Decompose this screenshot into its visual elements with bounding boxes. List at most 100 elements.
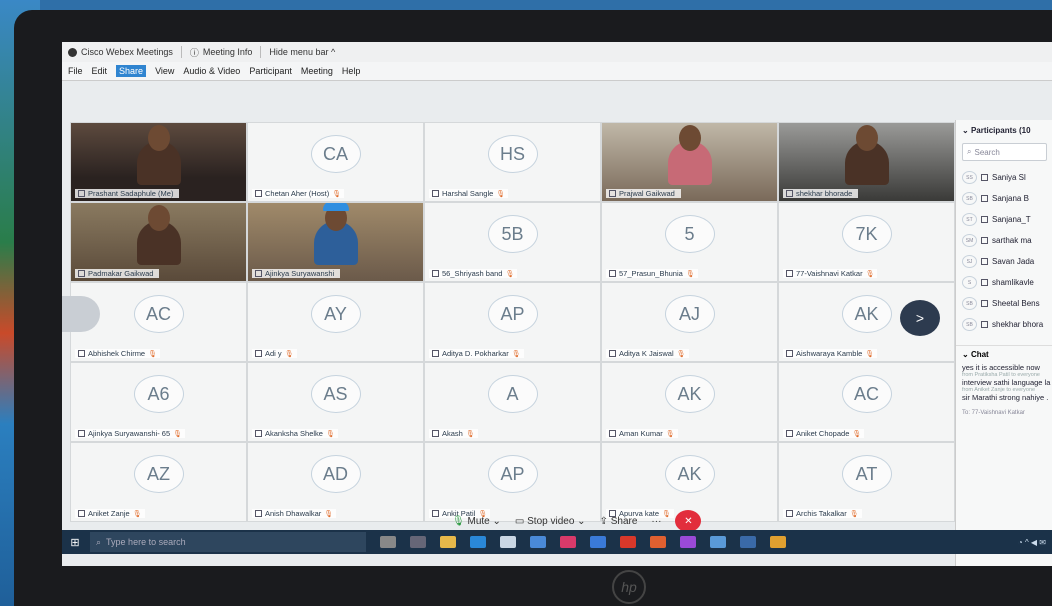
- participant-tile[interactable]: AK Aman Kumar 🎙: [601, 362, 778, 442]
- previous-page-tab[interactable]: [62, 296, 100, 332]
- end-call-button[interactable]: ✕: [675, 510, 702, 532]
- participant-tile[interactable]: Prashant Sadaphule (Me): [70, 122, 247, 202]
- participant-list-item[interactable]: Sshamlikavle: [956, 272, 1052, 293]
- system-tray[interactable]: ◔ ^ ◀ ✉: [1018, 538, 1046, 547]
- participant-tile[interactable]: AZ Aniket Zanje 🎙: [70, 442, 247, 522]
- participant-tile[interactable]: Prajwal Gaikwad: [601, 122, 778, 202]
- chrome-icon[interactable]: [770, 536, 786, 548]
- mute-button[interactable]: 🎙 Mute ⌄: [452, 516, 501, 527]
- menu-audio-video[interactable]: Audio & Video: [183, 66, 240, 76]
- pdf-icon[interactable]: [620, 536, 636, 548]
- participant-list-item[interactable]: SB Sheetal Bens: [956, 293, 1052, 314]
- audio-status-icon: [981, 174, 988, 181]
- participant-avatar: AY: [310, 295, 361, 334]
- participant-tile[interactable]: 5 57_Prasun_Bhunia 🎙: [601, 202, 778, 282]
- participant-avatar: 5: [664, 215, 715, 254]
- hide-menu-bar-button[interactable]: Hide menu bar ^: [269, 47, 335, 57]
- chat-messages: yes it is accessible now from Pratiksha P…: [956, 363, 1052, 402]
- participant-tile[interactable]: AJ Aditya K Jaiswal 🎙: [601, 282, 778, 362]
- menu-file[interactable]: File: [68, 66, 83, 76]
- participant-tile[interactable]: AT Archis Takalkar 🎙: [778, 442, 955, 522]
- audio-status-icon: [78, 190, 85, 197]
- participant-avatar: A: [487, 375, 538, 414]
- mail-icon[interactable]: [590, 536, 606, 548]
- chat-recipient[interactable]: To: 77-Vaishnavi Katkar: [956, 402, 1052, 424]
- menu-share[interactable]: Share: [116, 65, 147, 77]
- share-button[interactable]: ⇪ Share: [600, 516, 638, 527]
- participant-tile[interactable]: AY Adi y 🎙: [247, 282, 424, 362]
- participant-name-label: Akash 🎙: [429, 429, 478, 438]
- audio-status-icon: [255, 350, 262, 357]
- participant-tile[interactable]: Ajinkya Suryawanshi: [247, 202, 424, 282]
- task-view-icon[interactable]: [410, 536, 426, 548]
- mic-muted-icon: 🎙: [284, 350, 294, 358]
- audio-status-icon: [432, 270, 439, 277]
- audio-status-icon: [786, 350, 793, 357]
- participant-name-label: Aniket Zanje 🎙: [75, 509, 145, 518]
- chat-message: yes it is accessible now: [962, 363, 1040, 372]
- participant-search-input[interactable]: ⌕ Search: [962, 143, 1047, 161]
- participant-tile[interactable]: 7K 77-Vaishnavi Katkar 🎙: [778, 202, 955, 282]
- settings-icon[interactable]: [740, 536, 756, 548]
- participant-name-label: Aditya D. Pokharkar 🎙: [429, 349, 524, 358]
- participant-list-item[interactable]: SJ Savan Jada: [956, 251, 1052, 272]
- participant-list-item[interactable]: SB Sanjana B: [956, 188, 1052, 209]
- participant-tile[interactable]: AS Akanksha Shelke 🎙: [247, 362, 424, 442]
- meeting-info-button[interactable]: ⓘ Meeting Info: [190, 46, 253, 59]
- edge-icon[interactable]: [470, 536, 486, 548]
- participant-avatar: CA: [310, 135, 361, 174]
- participant-tile[interactable]: AD Anish Dhawalkar 🎙: [247, 442, 424, 522]
- participant-tile[interactable]: shekhar bhorade: [778, 122, 955, 202]
- audio-status-icon: [981, 216, 988, 223]
- participant-avatar: AS: [310, 375, 361, 414]
- participant-tile[interactable]: HS Harshal Sangle 🎙: [424, 122, 601, 202]
- stop-video-button[interactable]: ▭ Stop video ⌄: [515, 516, 586, 527]
- menu-help[interactable]: Help: [342, 66, 361, 76]
- mic-muted-icon: 🎙: [849, 510, 859, 518]
- office-icon[interactable]: [650, 536, 666, 548]
- menu-edit[interactable]: Edit: [92, 66, 108, 76]
- app-icon[interactable]: [560, 536, 576, 548]
- participant-name-label: Prajwal Gaikwad: [606, 189, 681, 198]
- participant-list-item[interactable]: SM sarthak ma: [956, 230, 1052, 251]
- store-icon[interactable]: [500, 536, 516, 548]
- taskbar-search-input[interactable]: ⌕ Type here to search: [90, 532, 366, 552]
- participant-tile[interactable]: Padmakar Gaikwad: [70, 202, 247, 282]
- menu-meeting[interactable]: Meeting: [301, 66, 333, 76]
- cortana-icon[interactable]: [380, 536, 396, 548]
- participant-list-item[interactable]: ST Sanjana_T: [956, 209, 1052, 230]
- participant-list-item[interactable]: SS Saniya Sl: [956, 167, 1052, 188]
- menu-participant[interactable]: Participant: [249, 66, 292, 76]
- menu-view[interactable]: View: [155, 66, 174, 76]
- more-options-button[interactable]: ···: [651, 516, 661, 527]
- chat-header[interactable]: ⌄ Chat: [956, 345, 1052, 363]
- webex-taskbar-icon[interactable]: [710, 536, 726, 548]
- participant-avatar: AC: [133, 295, 184, 334]
- participant-list-item[interactable]: SB shekhar bhora: [956, 314, 1052, 335]
- file-explorer-icon[interactable]: [440, 536, 456, 548]
- start-icon[interactable]: ⊞: [62, 536, 88, 549]
- next-page-button[interactable]: >: [900, 300, 940, 336]
- photos-icon[interactable]: [680, 536, 696, 548]
- audio-status-icon: [981, 258, 988, 265]
- participants-header[interactable]: ⌄ Participants (10: [956, 120, 1052, 141]
- participant-video-head: [678, 125, 701, 151]
- dropbox-icon[interactable]: [530, 536, 546, 548]
- participant-tile[interactable]: AP Aditya D. Pokharkar 🎙: [424, 282, 601, 362]
- participant-name-label: Aditya K Jaiswal 🎙: [606, 349, 689, 358]
- participant-name-label: Anish Dhawalkar 🎙: [252, 509, 337, 518]
- participant-tile[interactable]: 5B 56_Shriyash band 🎙: [424, 202, 601, 282]
- participant-tile[interactable]: AC Aniket Chopade 🎙: [778, 362, 955, 442]
- audio-status-icon: [255, 190, 262, 197]
- microphone-icon: 🎙: [452, 515, 465, 527]
- mic-muted-icon: 🎙: [496, 190, 506, 198]
- info-icon: ⓘ: [189, 47, 199, 58]
- mic-muted-icon: 🎙: [665, 430, 675, 438]
- participant-tile[interactable]: CA Chetan Aher (Host) 🎙: [247, 122, 424, 202]
- participant-tile[interactable]: A6 Ajinkya Suryawanshi- 65 🎙: [70, 362, 247, 442]
- mic-muted-icon: 🎙: [865, 270, 875, 278]
- participant-avatar: AZ: [133, 455, 184, 494]
- windows-taskbar: ⊞ ⌕ Type here to search ◔ ^ ◀ ✉: [62, 530, 1052, 554]
- participant-tile[interactable]: A Akash 🎙: [424, 362, 601, 442]
- search-icon: ⌕: [96, 536, 102, 547]
